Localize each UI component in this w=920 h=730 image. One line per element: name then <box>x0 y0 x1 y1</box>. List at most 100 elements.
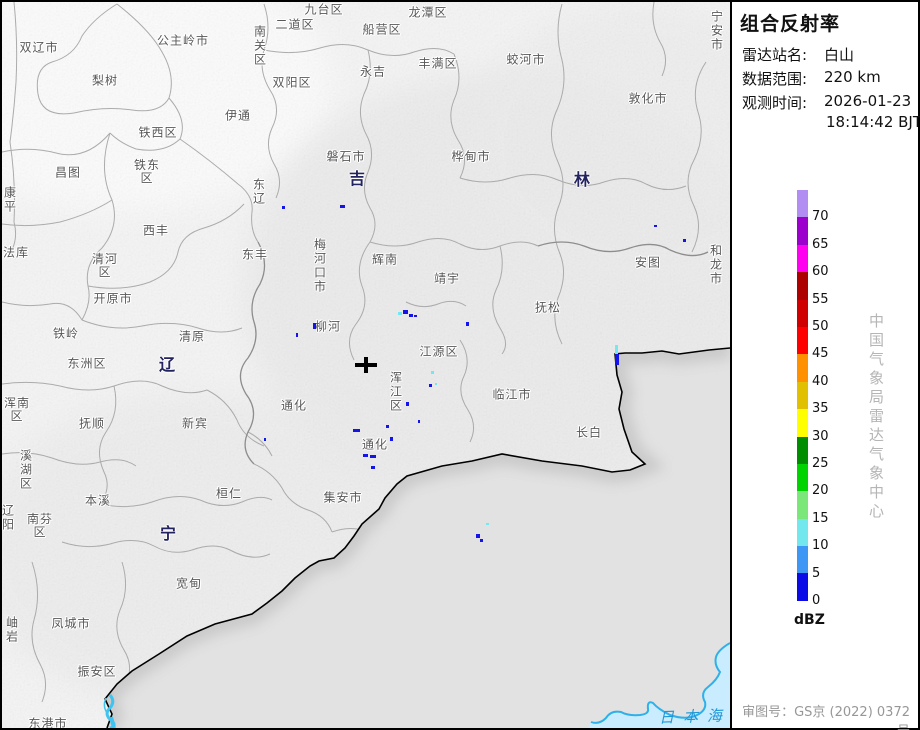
map-label: 东丰 <box>242 249 268 262</box>
radar-station-marker <box>355 357 377 373</box>
colorbar-tick: 15 <box>812 511 842 526</box>
province-label: 吉 <box>349 165 365 189</box>
colorbar-segment <box>797 245 808 272</box>
map-label: 和龙市 <box>709 244 722 286</box>
colorbar-segment <box>797 382 808 409</box>
map-label: 凤城市 <box>51 618 90 631</box>
map-label: 宽甸 <box>176 578 202 591</box>
map-label: 本溪 <box>85 495 111 508</box>
map-label: 辉南 <box>372 254 398 267</box>
province-label: 林 <box>574 166 590 190</box>
map-label: 永吉 <box>360 66 386 79</box>
colorbar-tick: 5 <box>812 566 842 581</box>
map-label: 公主岭市 <box>157 35 209 48</box>
map-label: 磐石市 <box>326 151 365 164</box>
map-label: 东港市 <box>28 718 67 729</box>
radar-echo <box>435 383 437 385</box>
radar-echo <box>363 454 368 457</box>
colorbar-segment <box>797 190 808 217</box>
map-label: 清原 <box>179 331 205 344</box>
map-label: 双阳区 <box>272 77 311 90</box>
map-label: 船营区 <box>362 24 401 37</box>
radar-echo <box>409 314 413 317</box>
agency-watermark: 中国气象局雷达气象中心 <box>866 313 887 522</box>
map-label: 蛟河市 <box>506 54 545 67</box>
map-label: 二道区 <box>275 19 314 32</box>
colorbar-tick: 45 <box>812 346 842 361</box>
map-label: 集安市 <box>323 492 362 505</box>
map-label: 辽阳 <box>2 504 14 532</box>
map-label: 东洲区 <box>67 358 106 371</box>
colorbar-segment <box>797 491 808 518</box>
map-label: 桦甸市 <box>451 151 490 164</box>
map-label: 清河 区 <box>92 253 118 279</box>
map-label: 双辽市 <box>19 42 58 55</box>
map-label: 梨树 <box>92 75 118 88</box>
map-label: 抚顺 <box>79 418 105 431</box>
radar-echo <box>683 239 686 242</box>
map-label: 江源区 <box>419 346 458 359</box>
radar-echo <box>264 438 266 441</box>
colorbar-segment <box>797 573 808 600</box>
radar-echo <box>414 315 417 317</box>
map-label: 安图 <box>635 257 661 270</box>
colorbar-tick: 40 <box>812 374 842 389</box>
map-label: 宁安市 <box>710 10 723 52</box>
map-label: 长白 <box>576 427 602 440</box>
colorbar-segment <box>797 327 808 354</box>
colorbar-segment <box>797 519 808 546</box>
map-label: 南芬 区 <box>27 513 53 539</box>
radar-echo <box>371 466 375 469</box>
colorbar-tick: 30 <box>812 429 842 444</box>
radar-echo <box>418 420 420 423</box>
colorbar-tick: 60 <box>812 264 842 279</box>
map-label: 铁岭 <box>53 328 79 341</box>
radar-echo <box>353 429 360 432</box>
station-name-value: 白山 <box>824 44 854 65</box>
map-label: 桓仁 <box>216 488 242 501</box>
map-label: 康平 <box>3 186 16 214</box>
colorbar-tick: 55 <box>812 292 842 307</box>
colorbar-tick: 70 <box>812 209 842 224</box>
obs-time-label: 观测时间: <box>742 92 807 113</box>
colorbar-unit: dBZ <box>794 612 825 628</box>
colorbar-segment <box>797 272 808 299</box>
colorbar-tick: 10 <box>812 538 842 553</box>
data-range-value: 220 km <box>824 68 881 86</box>
radar-echo <box>476 534 480 538</box>
map-label: 溪湖区 <box>19 449 32 491</box>
map-label: 龙潭区 <box>408 7 447 20</box>
map-label: 柳河 <box>315 321 341 334</box>
radar-echo <box>486 523 489 525</box>
province-label: 宁 <box>160 520 176 544</box>
colorbar-tick: 0 <box>812 593 842 608</box>
radar-echo <box>615 345 618 354</box>
colorbar-tick: 20 <box>812 483 842 498</box>
colorbar-tick: 50 <box>812 319 842 334</box>
radar-echo <box>282 206 285 209</box>
map-label: 九台区 <box>304 4 343 17</box>
radar-echo <box>390 437 393 441</box>
obs-time-value: 18:14:42 BJT <box>826 113 920 131</box>
colorbar-segment <box>797 409 808 436</box>
colorbar-segment <box>797 437 808 464</box>
colorbar-tick: 65 <box>812 237 842 252</box>
map-label: 东辽 <box>252 178 265 206</box>
colorbar-segment <box>797 354 808 381</box>
colorbar-segment <box>797 546 808 573</box>
map-label: 铁东 区 <box>134 159 160 185</box>
province-label: 辽 <box>159 351 175 375</box>
map-label: 丰满区 <box>418 58 457 71</box>
info-panel: 组合反射率 雷达站名: 白山 数据范围: 220 km 观测时间: 2026-0… <box>732 2 918 728</box>
map-label: 南关区 <box>253 25 266 67</box>
map-label: 伊通 <box>225 110 251 123</box>
sea-name-label: 日本海 <box>659 704 730 728</box>
radar-echo <box>340 205 345 208</box>
map-label: 振安区 <box>77 666 116 679</box>
map-label: 临江市 <box>492 389 531 402</box>
map-label: 新宾 <box>182 418 208 431</box>
map-label: 岫岩 <box>5 616 18 644</box>
radar-echo <box>386 425 389 428</box>
obs-date-value: 2026-01-23 <box>824 92 911 110</box>
colorbar-tick: 35 <box>812 401 842 416</box>
